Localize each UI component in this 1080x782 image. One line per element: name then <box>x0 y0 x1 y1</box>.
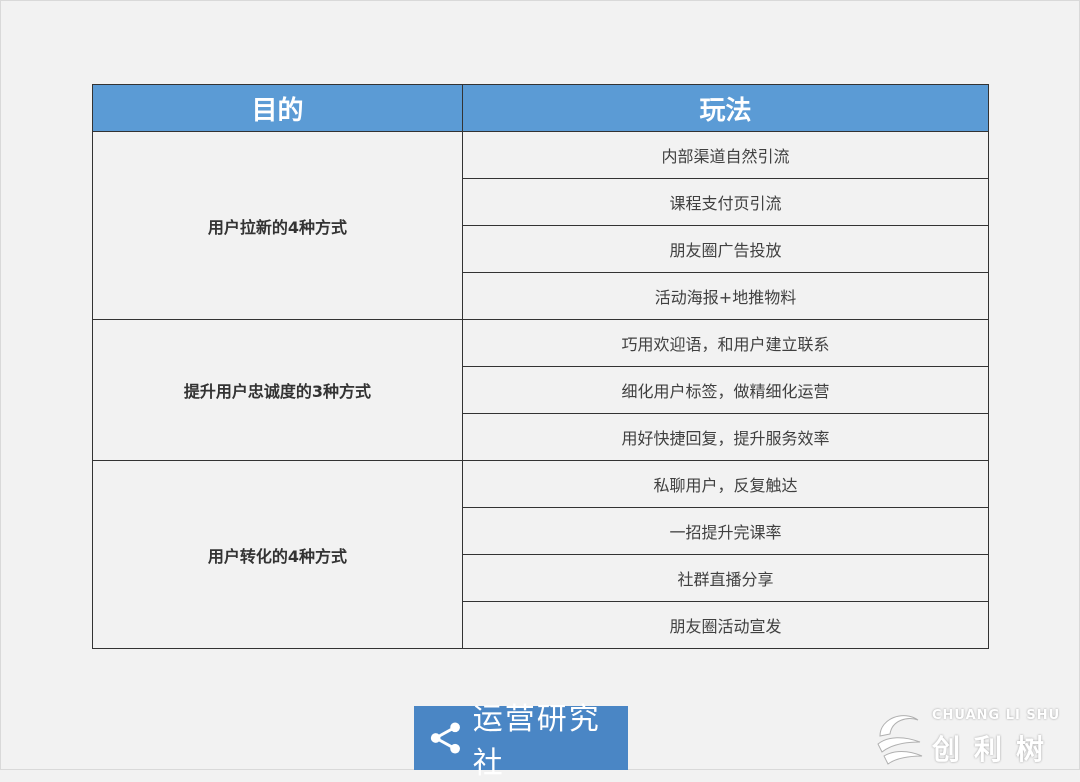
method-cell: 活动海报+地推物料 <box>462 272 989 320</box>
header-method: 玩法 <box>462 84 989 132</box>
brand-latin-text: CHUANG LI SHU <box>932 708 1061 723</box>
header-purpose: 目的 <box>92 84 463 132</box>
method-cell: 内部渠道自然引流 <box>462 131 989 179</box>
purpose-cell: 提升用户忠诚度的3种方式 <box>92 319 463 461</box>
purpose-cell: 用户转化的4种方式 <box>92 460 463 649</box>
brand-chinese-text: 创利树 <box>932 733 1059 766</box>
method-cell: 用好快捷回复，提升服务效率 <box>462 413 989 461</box>
table-header-row: 目的 玩法 <box>92 84 989 132</box>
brand-watermark: CHUANG LI SHU 创利树 <box>874 706 1074 768</box>
purpose-cell: 用户拉新的4种方式 <box>92 131 463 320</box>
method-cell: 课程支付页引流 <box>462 178 989 226</box>
method-cell: 社群直播分享 <box>462 554 989 602</box>
strategy-table: 目的 玩法 用户拉新的4种方式 内部渠道自然引流 课程支付页引流 朋友圈广告投放… <box>92 84 989 649</box>
logo-text: 运营研究社 <box>472 702 601 781</box>
method-cell: 细化用户标签，做精细化运营 <box>462 366 989 414</box>
table-row: 用户拉新的4种方式 内部渠道自然引流 <box>92 131 989 320</box>
logo-banner: 运营研究社 <box>414 702 628 781</box>
brand-swirl-icon <box>877 715 923 765</box>
method-cell: 一招提升完课率 <box>462 507 989 555</box>
method-cell: 朋友圈广告投放 <box>462 225 989 273</box>
method-cell: 私聊用户，反复触达 <box>462 460 989 508</box>
table-row: 用户转化的4种方式 私聊用户，反复触达 <box>92 460 989 649</box>
method-cell: 朋友圈活动宣发 <box>462 601 989 649</box>
method-cell: 巧用欢迎语，和用户建立联系 <box>462 319 989 367</box>
table-row: 提升用户忠诚度的3种方式 巧用欢迎语，和用户建立联系 <box>92 319 989 461</box>
share-icon <box>430 722 460 754</box>
